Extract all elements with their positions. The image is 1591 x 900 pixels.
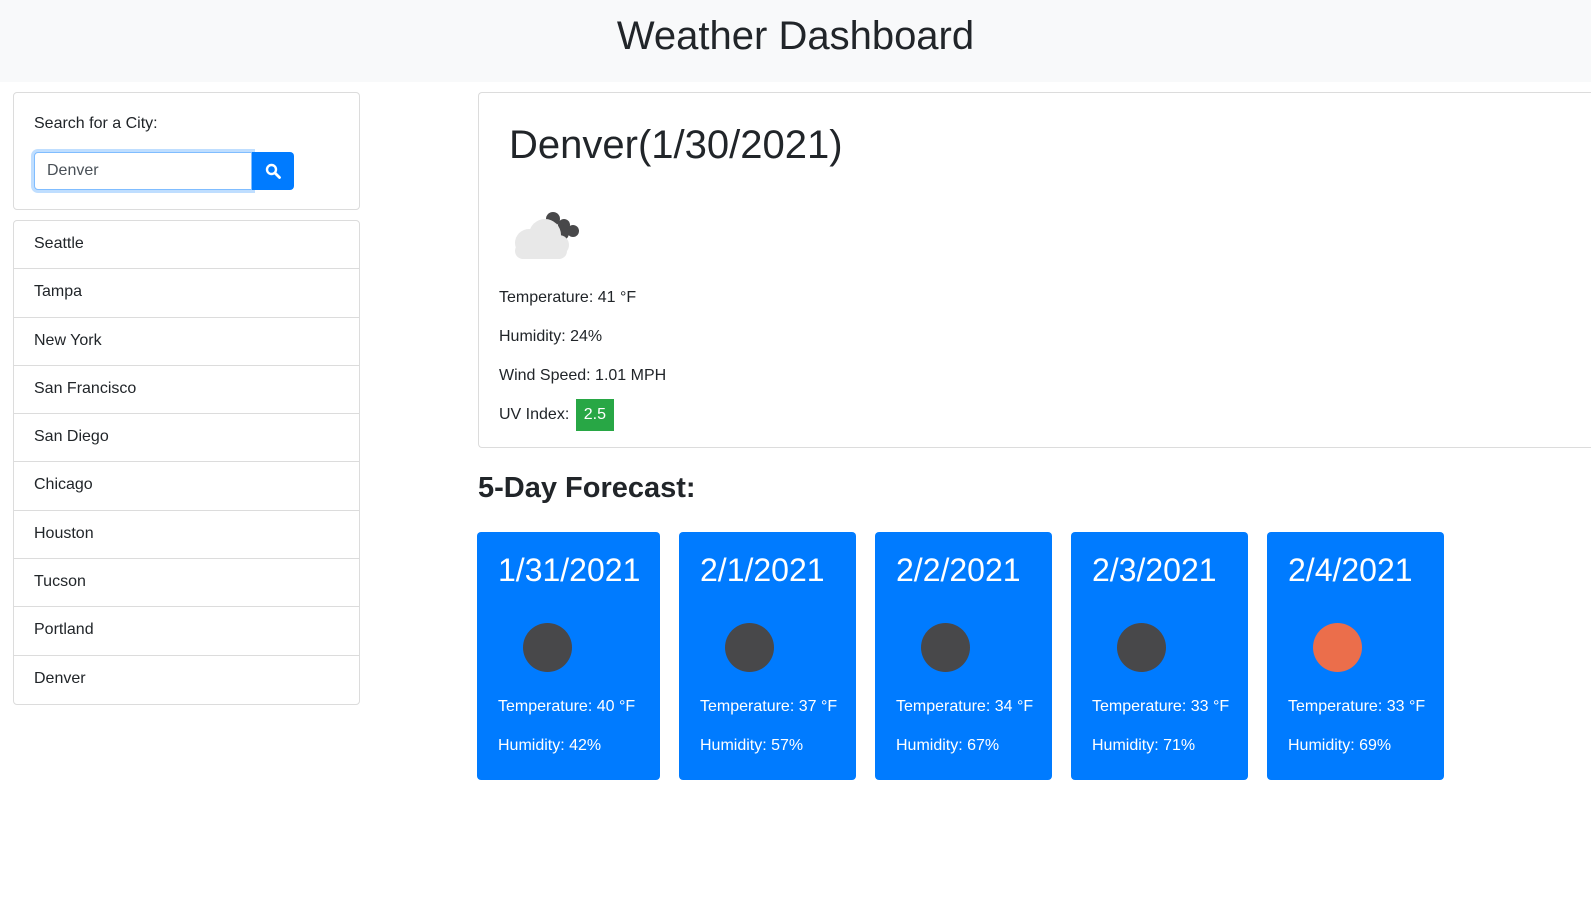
forecast-card: 2/4/2021 Temperature: 33 °F Humidity: 69… [1267, 532, 1444, 780]
forecast-temperature: Temperature: 34 °F [896, 698, 1034, 715]
city-item-san-francisco[interactable]: San Francisco [14, 366, 359, 415]
search-button[interactable] [252, 152, 294, 190]
search-label: Search for a City: [34, 115, 158, 132]
city-item-seattle[interactable]: Seattle [14, 221, 359, 270]
uv-index-badge: 2.5 [575, 399, 614, 431]
forecast-date: 2/3/2021 [1092, 552, 1217, 588]
current-humidity: Humidity: 24% [499, 328, 603, 345]
current-uv-row: UV Index: 2.5 [499, 399, 614, 431]
weather-icon [725, 623, 774, 672]
forecast-humidity: Humidity: 71% [1092, 737, 1196, 754]
forecast-card: 2/1/2021 Temperature: 37 °F Humidity: 57… [679, 532, 856, 780]
weather-icon [1117, 623, 1166, 672]
forecast-humidity: Humidity: 57% [700, 737, 804, 754]
city-item-tucson[interactable]: Tucson [14, 559, 359, 608]
weather-icon [921, 623, 970, 672]
weather-icon [1313, 623, 1362, 672]
weather-icon [523, 623, 572, 672]
city-item-portland[interactable]: Portland [14, 607, 359, 656]
forecast-date: 2/2/2021 [896, 552, 1021, 588]
forecast-card: 2/3/2021 Temperature: 33 °F Humidity: 71… [1071, 532, 1248, 780]
current-temperature: Temperature: 41 °F [499, 289, 637, 306]
forecast-temperature: Temperature: 33 °F [1092, 698, 1230, 715]
forecast-humidity: Humidity: 69% [1288, 737, 1392, 754]
forecast-temperature: Temperature: 40 °F [498, 698, 636, 715]
page-header: Weather Dashboard [0, 0, 1591, 82]
page-title: Weather Dashboard [616, 14, 975, 58]
current-weather-card: Denver(1/30/2021) Temperature: 41 °F Hum… [478, 92, 1591, 448]
current-wind-speed: Wind Speed: 1.01 MPH [499, 367, 667, 384]
cloud-icon [515, 212, 579, 259]
search-history-list: Seattle Tampa New York San Francisco San… [13, 220, 360, 705]
city-item-tampa[interactable]: Tampa [14, 269, 359, 318]
forecast-humidity: Humidity: 67% [896, 737, 1000, 754]
forecast-date: 2/4/2021 [1288, 552, 1413, 588]
search-card: Search for a City: [13, 92, 360, 210]
current-city-title: Denver(1/30/2021) [509, 123, 843, 167]
forecast-card: 2/2/2021 Temperature: 34 °F Humidity: 67… [875, 532, 1052, 780]
city-item-houston[interactable]: Houston [14, 511, 359, 560]
forecast-temperature: Temperature: 37 °F [700, 698, 838, 715]
forecast-card: 1/31/2021 Temperature: 40 °F Humidity: 4… [477, 532, 660, 780]
city-item-new-york[interactable]: New York [14, 318, 359, 366]
forecast-temperature: Temperature: 33 °F [1288, 698, 1426, 715]
city-item-san-diego[interactable]: San Diego [14, 414, 359, 463]
city-item-chicago[interactable]: Chicago [14, 462, 359, 511]
forecast-heading: 5-Day Forecast: [478, 472, 696, 504]
search-input[interactable] [34, 152, 252, 190]
search-icon [265, 163, 281, 179]
forecast-date: 2/1/2021 [700, 552, 825, 588]
city-item-denver[interactable]: Denver [14, 656, 359, 704]
uv-index-label: UV Index: [499, 406, 570, 424]
forecast-humidity: Humidity: 42% [498, 737, 602, 754]
forecast-date: 1/31/2021 [498, 552, 641, 588]
